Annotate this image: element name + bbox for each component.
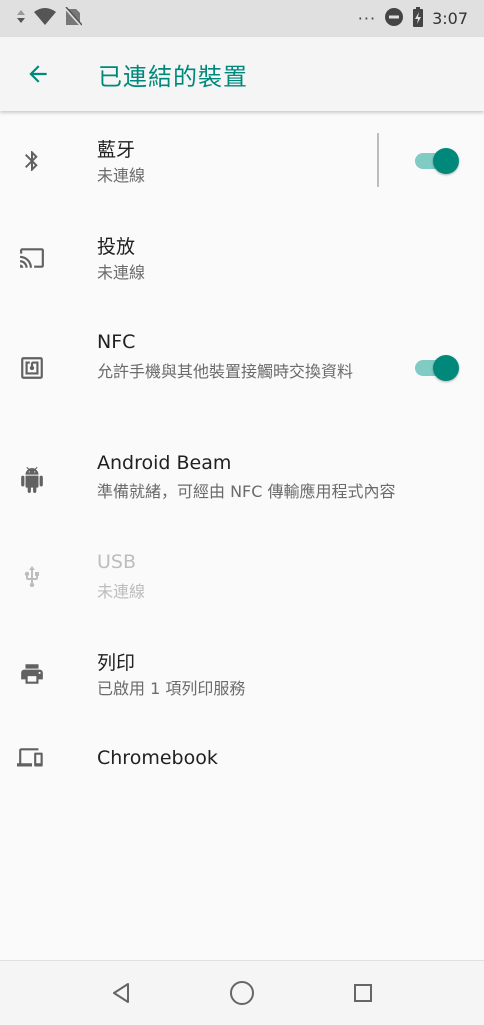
- nfc-icon: [16, 352, 48, 384]
- list-item-print[interactable]: 列印 已啟用 1 項列印服務: [0, 624, 484, 721]
- nav-recents-button[interactable]: [347, 977, 379, 1009]
- triangle-back-icon: [113, 983, 129, 1003]
- data-arrows-icon: [16, 9, 26, 29]
- toggle-thumb: [433, 148, 459, 174]
- print-icon: [16, 658, 48, 690]
- wifi-icon: [34, 7, 56, 30]
- item-title: 投放: [97, 236, 136, 258]
- item-summary: 準備就緒，可經由 NFC 傳輸應用程式內容: [97, 482, 396, 501]
- item-title: Chromebook: [97, 747, 218, 769]
- toggle-thumb: [433, 355, 459, 381]
- bluetooth-icon: [16, 145, 48, 177]
- circle-home-icon: [230, 981, 254, 1005]
- arrow-back-icon: [29, 65, 47, 83]
- cast-icon: [16, 242, 48, 274]
- nav-home-button[interactable]: [226, 977, 258, 1009]
- divider: [377, 133, 379, 187]
- nav-back-button[interactable]: [105, 977, 137, 1009]
- page-title: 已連結的裝置: [98, 62, 248, 91]
- item-summary: 允許手機與其他裝置接觸時交換資料: [97, 362, 354, 381]
- square-recents-icon: [354, 984, 372, 1002]
- android-icon: [16, 464, 48, 496]
- navigation-bar: [0, 960, 484, 1025]
- clock-time: 3:07: [432, 9, 468, 28]
- list-item-chromebook[interactable]: Chromebook: [0, 721, 484, 797]
- overflow-notifications-icon: ···: [357, 9, 377, 28]
- item-title: 藍牙: [97, 139, 136, 161]
- item-summary: 已啟用 1 項列印服務: [97, 679, 246, 698]
- item-summary: 未連線: [97, 166, 146, 185]
- bluetooth-toggle[interactable]: [413, 146, 459, 176]
- back-button[interactable]: [2, 37, 74, 111]
- devices-icon: [16, 743, 48, 775]
- list-item-usb: USB 未連線: [0, 527, 484, 624]
- list-item-bluetooth[interactable]: 藍牙 未連線: [0, 111, 484, 208]
- list-item-android-beam[interactable]: Android Beam 準備就緒，可經由 NFC 傳輸應用程式內容: [0, 430, 484, 527]
- item-title: NFC: [97, 331, 136, 353]
- do-not-disturb-icon: [384, 7, 404, 31]
- no-sim-icon: [64, 6, 83, 31]
- item-title: 列印: [97, 652, 136, 674]
- status-bar: ··· 3:07: [0, 0, 484, 37]
- item-summary: 未連線: [97, 263, 146, 282]
- nfc-toggle[interactable]: [413, 353, 459, 383]
- list-item-nfc[interactable]: NFC 允許手機與其他裝置接觸時交換資料: [0, 305, 484, 430]
- item-summary: 未連線: [97, 582, 146, 601]
- battery-charging-icon: [412, 6, 424, 31]
- item-title: USB: [97, 551, 137, 573]
- list-item-cast[interactable]: 投放 未連線: [0, 208, 484, 305]
- item-title: Android Beam: [97, 452, 232, 474]
- usb-icon: [16, 561, 48, 593]
- app-bar: 已連結的裝置: [0, 37, 484, 111]
